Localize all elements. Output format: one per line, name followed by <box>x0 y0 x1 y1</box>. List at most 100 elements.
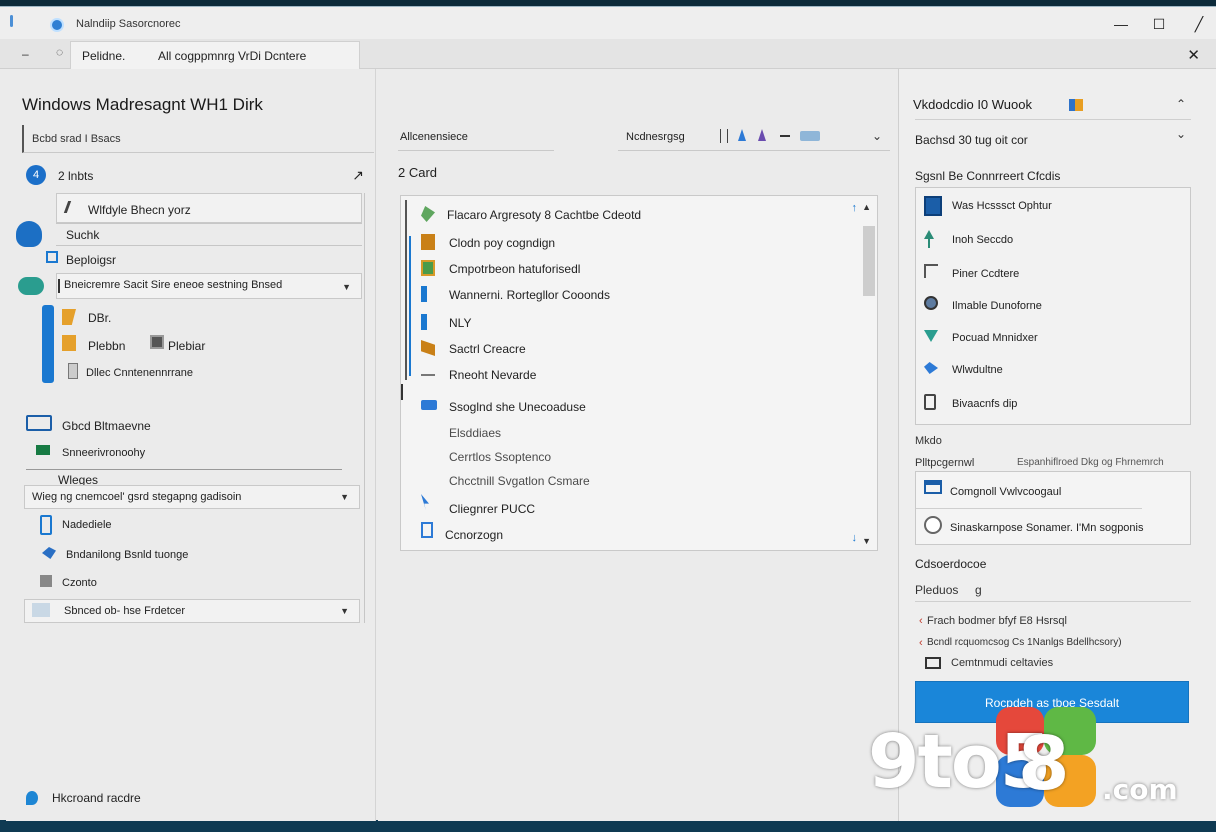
sort-dropdown[interactable]: Ncdnesrgsg ⌄ <box>618 125 890 151</box>
filter-field-text: Allcenensiece <box>400 131 468 143</box>
window-edge-indicator <box>10 15 13 27</box>
tab-label-secondary[interactable]: All cogppmnrg VrDi Dcntere <box>158 49 306 63</box>
related-settings-box: Was Hcsssct Ophtur Inoh Seccdo Piner Ccd… <box>915 187 1191 425</box>
link-1[interactable]: Frach bodmer bfyf E8 Hsrsql <box>927 615 1067 627</box>
list-item[interactable]: Wannerni. Rortegllor Cooonds <box>449 288 610 302</box>
scroll-down-icon[interactable]: ▼ <box>862 536 871 546</box>
tree-item-czonto[interactable]: Czonto <box>62 577 97 589</box>
funnel-icon <box>924 330 938 342</box>
nav-icon[interactable]: ◌ <box>56 45 63 59</box>
tree-item-gbcd[interactable]: Gbcd Bltmaevne <box>62 419 151 433</box>
card-divider <box>916 508 1142 509</box>
section-header-advanced: Cdsoerdocoe <box>915 557 987 571</box>
tree-item-vehicle[interactable]: Wlfdyle Bhecn yorz <box>88 203 191 217</box>
section-advanced-sub: Pleduos <box>915 583 959 597</box>
tab-close-button[interactable]: ✕ <box>1187 46 1200 64</box>
app-icon <box>50 18 64 32</box>
list-subitem[interactable]: Cerrtlos Ssoptenco <box>449 450 551 464</box>
minimize-button[interactable]: — <box>1108 13 1134 35</box>
window-close-button[interactable]: ╱ <box>1186 13 1212 35</box>
scrollbar-thumb[interactable] <box>863 226 875 296</box>
link-icon: ‹ <box>919 615 923 627</box>
row-divider <box>26 469 342 470</box>
view-toggle-icon[interactable] <box>800 131 820 141</box>
chevron-down-icon: ▼ <box>340 492 349 502</box>
tablet-icon <box>40 515 52 535</box>
disk-icon <box>924 296 938 310</box>
list-item[interactable]: Clodn poy cogndign <box>449 236 555 250</box>
windows-logo-icon <box>1069 99 1083 111</box>
tree-item-plebbn[interactable]: Plebbn <box>88 339 125 353</box>
details-title: Vkdodcdio I0 Wuook <box>913 97 1032 112</box>
link-3[interactable]: Cemtnmudi celtavies <box>951 657 1053 669</box>
back-button[interactable]: ‒ <box>22 47 29 61</box>
list-section-mark <box>401 384 403 400</box>
tree-item-nadedit[interactable]: Nadediele <box>62 519 112 531</box>
tab-label-primary[interactable]: Pelidne. <box>82 49 125 63</box>
details-subtitle[interactable]: Bachsd 30 tug oit cor <box>915 133 1028 147</box>
related-item[interactable]: Was Hcsssct Ophtur <box>952 200 1052 212</box>
list-subitem[interactable]: Chcctnill Svgatlon Csmare <box>449 474 590 488</box>
tree-item-beploigsr[interactable]: Beploigsr <box>66 253 116 267</box>
related-item[interactable]: Bivaacnfs dip <box>952 398 1017 410</box>
link-2[interactable]: Bcndl rcquomcsog Cs 1Nanlgs Bdellhcsory) <box>927 637 1122 648</box>
list-subitem[interactable]: Elsddiaes <box>449 426 501 440</box>
option-card-1[interactable]: Comgnoll Vwlvcoogaul <box>950 486 1061 498</box>
share-icon[interactable] <box>758 129 766 141</box>
screen-icon <box>36 445 50 455</box>
maximize-button[interactable]: ☐ <box>1146 13 1172 35</box>
tree-item-bndarilong[interactable]: Bndanilong Bsnld tuonge <box>66 549 188 561</box>
result-count: 2 Card <box>398 165 438 180</box>
search-input[interactable]: Bcbd srad I Bsacs <box>22 125 374 153</box>
tree-item-dbr[interactable]: DBr. <box>88 311 111 325</box>
collapse-chevron-icon[interactable]: ⌃ <box>1176 97 1186 111</box>
list-item[interactable]: Ccnorzogn <box>445 528 503 542</box>
upload-icon[interactable] <box>738 129 746 141</box>
count-row[interactable]: 4 2 lnbts ↗ <box>22 165 372 187</box>
related-item[interactable]: Pocuad Mnnidxer <box>952 332 1038 344</box>
app-window: Nalndiip Sasorcnorec — ☐ ╱ ‒ ◌ Pelidne. … <box>0 6 1216 821</box>
pointer-icon <box>421 494 429 510</box>
chevron-down-icon: ⌄ <box>871 129 882 143</box>
section-accent-bar <box>42 305 54 383</box>
tree-item-suchk[interactable]: Suchk <box>66 228 99 242</box>
list-item[interactable]: Ssoglnd she Unecoaduse <box>449 400 586 414</box>
expand-chevron-icon[interactable]: ⌄ <box>1176 127 1186 141</box>
related-item[interactable]: Ilmable Dunoforne <box>952 300 1042 312</box>
expand-arrow-icon[interactable]: ↗ <box>352 167 364 184</box>
related-item[interactable]: Wlwdultne <box>952 364 1003 376</box>
window-icon <box>924 480 942 494</box>
minus-icon[interactable] <box>780 135 790 137</box>
tree-item-dlec[interactable]: Dllec Cnntenennrrane <box>86 367 193 379</box>
list-item[interactable]: Cmpotrbeon hatuforisedl <box>449 262 580 276</box>
pin-icon[interactable]: ↑ <box>852 202 858 214</box>
chevron-down-icon: ▼ <box>340 606 349 616</box>
folder-icon <box>32 603 50 617</box>
list-item[interactable]: Rneoht Nevarde <box>449 368 536 382</box>
related-item[interactable]: Inoh Seccdo <box>952 234 1013 246</box>
document-icon <box>62 309 76 325</box>
tree-divider <box>364 193 365 623</box>
title-bar: Nalndiip Sasorcnorec — ☐ ╱ <box>0 7 1216 39</box>
dropdown-1-label: Bneicremre Sacit Sire eneoe sestning Bns… <box>64 279 283 291</box>
list-item[interactable]: Flacaro Argresoty 8 Cachtbe Cdeotd <box>447 208 641 222</box>
sort-down-icon[interactable]: ↓ <box>852 532 858 544</box>
option-card-2[interactable]: Sinaskarnpose Sonamer. I'Mn sogponis <box>950 522 1144 534</box>
checkbox-icon[interactable] <box>46 251 58 263</box>
list-item[interactable]: Sactrl Creacre <box>449 342 526 356</box>
app-title: Nalndiip Sasorcnorec <box>76 18 181 30</box>
file-icon <box>68 363 78 379</box>
row-divider <box>56 245 362 246</box>
tree-item-plebiar[interactable]: Plebiar <box>168 339 205 353</box>
section-advanced-sub-tail: g <box>975 583 982 597</box>
label-pltt-detail: Espanhiflroed Dkg og Fhrnemrch <box>1017 457 1164 468</box>
list-item[interactable]: Cliegnrer PUCC <box>449 502 535 516</box>
scroll-up-icon[interactable]: ▲ <box>862 202 871 212</box>
filter-field[interactable]: Allcenensiece <box>398 125 554 151</box>
related-item[interactable]: Piner Ccdtere <box>952 268 1019 280</box>
divider <box>915 119 1191 120</box>
toggle-icon <box>18 277 44 295</box>
list-item[interactable]: NLY <box>449 316 471 330</box>
middle-panel: Allcenensiece Ncdnesrgsg ⌄ 2 Card ↑ ▲ ▼ … <box>378 69 898 821</box>
tree-item-screen[interactable]: Snneerivronoohy <box>62 447 145 459</box>
